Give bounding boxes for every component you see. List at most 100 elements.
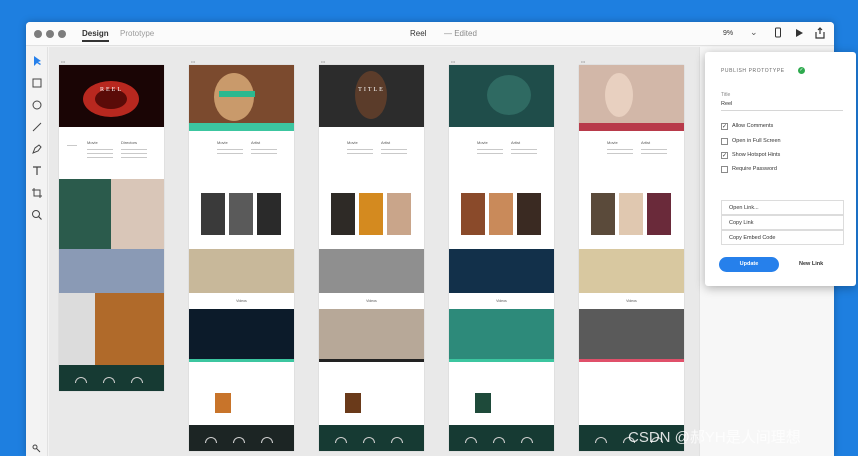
update-button[interactable]: Update xyxy=(719,257,779,272)
hero-image xyxy=(449,65,554,127)
watermark: CSDN @郝YH是人间理想 xyxy=(628,429,801,446)
hero-title: TITLE xyxy=(358,87,385,93)
checkmark-icon: ✓ xyxy=(798,67,805,74)
hero-image: TITLE xyxy=(319,65,424,127)
document-status: — Edited xyxy=(444,29,477,38)
ellipse-tool-icon[interactable] xyxy=(30,98,44,112)
checkbox-checked[interactable]: ✓ xyxy=(721,152,728,159)
footer xyxy=(189,425,294,451)
photo xyxy=(475,393,491,413)
video-thumbnail xyxy=(319,309,424,359)
close-window-button[interactable] xyxy=(34,30,42,38)
select-tool-icon[interactable] xyxy=(30,54,44,68)
document-title: Reel xyxy=(410,29,427,38)
artboard-label[interactable]: ••• xyxy=(191,59,195,64)
open-full-screen-option[interactable]: Open in Full Screen xyxy=(721,138,845,147)
photo xyxy=(59,293,95,367)
artboard-tool-icon[interactable] xyxy=(30,186,44,200)
copy-link-button[interactable]: Copy Link xyxy=(721,215,844,230)
videos-heading: Videos xyxy=(496,299,507,303)
publish-prototype-popover: PUBLISH PROTOTYPE ✓ Title Reel ✓ Allow C… xyxy=(705,52,856,286)
section-heading: Movie xyxy=(477,140,488,145)
zoom-window-button[interactable] xyxy=(58,30,66,38)
tab-prototype[interactable]: Prototype xyxy=(120,29,154,38)
device-preview-icon[interactable] xyxy=(771,26,785,40)
artboard-1[interactable]: REEL Movie Directors xyxy=(59,65,164,391)
footer xyxy=(59,365,164,391)
section-heading: Artist xyxy=(511,140,521,145)
photo xyxy=(579,249,684,293)
zoom-level[interactable]: 9% xyxy=(723,30,733,37)
photo xyxy=(591,193,615,235)
photo xyxy=(111,179,164,249)
title-bar: Design Prototype Reel — Edited 9% ⌄ xyxy=(26,22,834,46)
tools-panel xyxy=(26,47,48,456)
videos-heading: Videos xyxy=(626,299,637,303)
artboard-label[interactable]: ••• xyxy=(61,59,65,64)
artboard-4[interactable]: Movie Artist Videos xyxy=(449,65,554,451)
photo xyxy=(619,193,643,235)
section-heading: Artist xyxy=(641,140,651,145)
tab-design[interactable]: Design xyxy=(82,29,109,42)
photo xyxy=(95,293,164,367)
allow-comments-option[interactable]: ✓ Allow Comments xyxy=(721,123,845,132)
photo xyxy=(319,249,424,293)
new-link-button[interactable]: New Link xyxy=(799,261,823,267)
rectangle-tool-icon[interactable] xyxy=(30,76,44,90)
layers-icon[interactable] xyxy=(30,442,44,456)
open-link-button[interactable]: Open Link... xyxy=(721,200,844,215)
section-heading: Directors xyxy=(121,140,138,145)
show-hotspot-hints-option[interactable]: ✓ Show Hotspot Hints xyxy=(721,152,845,161)
artboard-5[interactable]: Movie Artist Videos xyxy=(579,65,684,451)
title-field[interactable]: Reel xyxy=(721,101,732,107)
photo xyxy=(489,193,513,235)
link-label: Copy Link xyxy=(729,220,754,226)
link-label: Copy Embed Code xyxy=(729,235,776,241)
photo xyxy=(201,193,225,235)
videos-heading: Videos xyxy=(236,299,247,303)
section-heading: Artist xyxy=(381,140,391,145)
footer xyxy=(449,425,554,451)
artboard-label[interactable]: ••• xyxy=(321,59,325,64)
videos-heading: Videos xyxy=(366,299,377,303)
require-password-option[interactable]: Require Password xyxy=(721,166,845,175)
artboard-label[interactable]: ••• xyxy=(451,59,455,64)
artboard-3[interactable]: TITLE Movie Artist Videos xyxy=(319,65,424,451)
hero-image: REEL xyxy=(59,65,164,127)
photo xyxy=(59,179,111,249)
photo xyxy=(449,249,554,293)
hero-image xyxy=(189,65,294,127)
popover-heading: PUBLISH PROTOTYPE xyxy=(721,68,785,74)
hero-image xyxy=(579,65,684,127)
video-thumbnail xyxy=(189,309,294,359)
line-tool-icon[interactable] xyxy=(30,120,44,134)
share-icon[interactable] xyxy=(813,26,827,40)
section-heading: Movie xyxy=(87,140,98,145)
artboard-label[interactable]: ••• xyxy=(581,59,585,64)
link-label: Open Link... xyxy=(729,205,759,211)
option-label: Open in Full Screen xyxy=(732,138,781,144)
pen-tool-icon[interactable] xyxy=(30,142,44,156)
video-thumbnail xyxy=(449,309,554,359)
copy-embed-code-button[interactable]: Copy Embed Code xyxy=(721,230,844,245)
text-tool-icon[interactable] xyxy=(30,164,44,178)
play-icon[interactable] xyxy=(792,26,806,40)
minimize-window-button[interactable] xyxy=(46,30,54,38)
chevron-down-icon[interactable]: ⌄ xyxy=(750,27,758,38)
artboard-2[interactable]: Movie Artist Videos xyxy=(189,65,294,451)
design-canvas[interactable]: ••• REEL Movie Directors ••• Movie Artis… xyxy=(49,47,699,456)
photo xyxy=(59,249,164,293)
photo xyxy=(517,193,541,235)
accent-stripe xyxy=(189,123,294,131)
photo xyxy=(257,193,281,235)
photo xyxy=(387,193,411,235)
checkbox-checked[interactable]: ✓ xyxy=(721,123,728,130)
photo xyxy=(189,249,294,293)
photo xyxy=(331,193,355,235)
option-label: Show Hotspot Hints xyxy=(732,152,781,158)
checkbox-unchecked[interactable] xyxy=(721,166,728,173)
accent-stripe xyxy=(579,123,684,131)
zoom-tool-icon[interactable] xyxy=(30,208,44,222)
section-heading: Movie xyxy=(347,140,358,145)
checkbox-unchecked[interactable] xyxy=(721,138,728,145)
